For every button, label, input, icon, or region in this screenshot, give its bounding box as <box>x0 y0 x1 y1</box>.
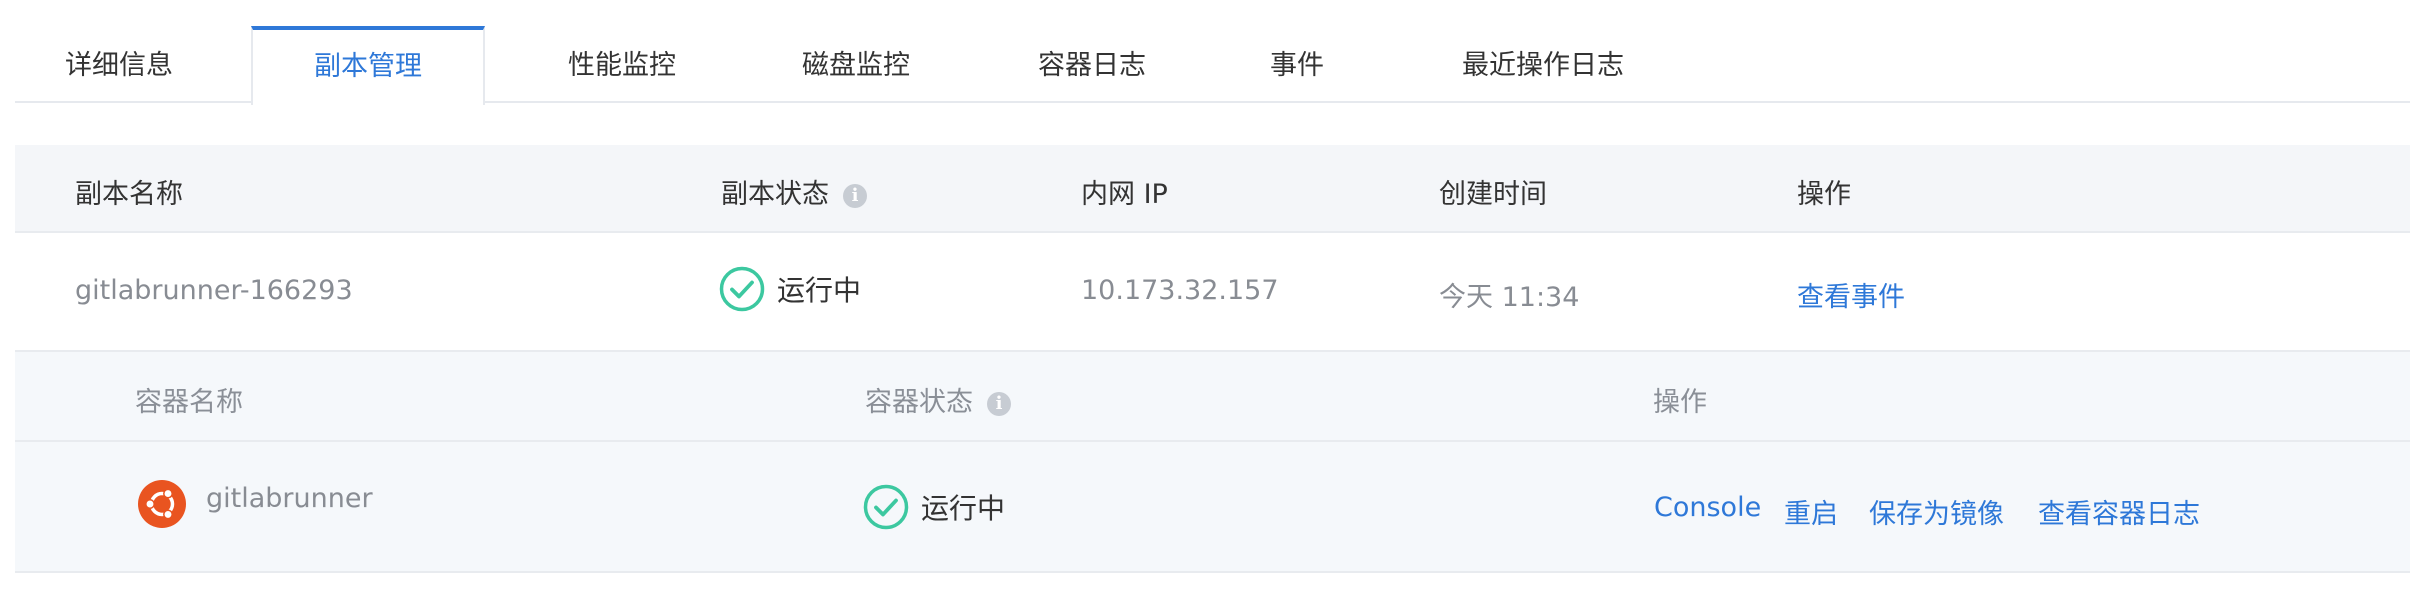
col-container-actions: 操作 <box>1653 387 1707 418</box>
container-name: gitlabrunner <box>206 483 373 514</box>
ubuntu-icon <box>138 480 186 528</box>
replica-table-header: 副本名称 副本状态 i 内网 IP 创建时间 操作 <box>15 145 2410 233</box>
replica-status-text: 运行中 <box>777 274 862 307</box>
restart-button[interactable]: 重启 <box>1784 492 1838 531</box>
container-row: gitlabrunner 运行中 Console 重启 保存为镜像 查看容器日志 <box>15 442 2410 573</box>
replica-status: 运行中 <box>719 266 861 312</box>
replica-management-page: 详细信息 副本管理 性能监控 磁盘监控 容器日志 事件 最近操作日志 副本名称 … <box>0 0 2424 610</box>
tab-disk-monitoring[interactable]: 磁盘监控 <box>775 26 937 103</box>
col-actions: 操作 <box>1797 179 1851 210</box>
tab-performance-monitoring[interactable]: 性能监控 <box>541 26 703 103</box>
container-status: 运行中 <box>863 484 1005 530</box>
tab-replica-management[interactable]: 副本管理 <box>251 26 485 105</box>
col-container-status: 容器状态 i <box>865 380 1011 419</box>
tab-events[interactable]: 事件 <box>1247 26 1347 103</box>
view-container-logs-button[interactable]: 查看容器日志 <box>2038 492 2200 531</box>
check-circle-icon <box>719 266 765 312</box>
info-icon[interactable]: i <box>843 183 867 208</box>
replica-name: gitlabrunner-166293 <box>75 275 353 306</box>
check-circle-icon <box>863 484 909 530</box>
replica-created-time: 今天 11:34 <box>1439 282 1580 313</box>
col-internal-ip: 内网 IP <box>1081 179 1168 210</box>
col-replica-status-label: 副本状态 <box>721 179 829 210</box>
col-replica-name: 副本名称 <box>75 179 183 210</box>
col-container-status-label: 容器状态 <box>865 387 973 418</box>
container-table-header: 容器名称 容器状态 i 操作 <box>15 352 2410 442</box>
info-icon[interactable]: i <box>987 391 1011 416</box>
view-events-link[interactable]: 查看事件 <box>1797 275 1905 314</box>
console-button[interactable]: Console <box>1654 492 1761 523</box>
save-as-image-button[interactable]: 保存为镜像 <box>1869 492 2004 531</box>
tab-recent-operation-logs[interactable]: 最近操作日志 <box>1433 26 1653 103</box>
replica-ip: 10.173.32.157 <box>1081 275 1279 306</box>
col-created-time: 创建时间 <box>1439 179 1547 210</box>
tab-details[interactable]: 详细信息 <box>49 26 189 103</box>
container-status-text: 运行中 <box>921 492 1006 525</box>
tab-bar: 详细信息 副本管理 性能监控 磁盘监控 容器日志 事件 最近操作日志 <box>15 26 2410 105</box>
table-row: gitlabrunner-166293 运行中 10.173.32.157 今天… <box>15 233 2410 352</box>
col-container-name: 容器名称 <box>135 387 243 418</box>
tab-container-logs[interactable]: 容器日志 <box>1011 26 1173 103</box>
col-replica-status: 副本状态 i <box>721 172 867 211</box>
